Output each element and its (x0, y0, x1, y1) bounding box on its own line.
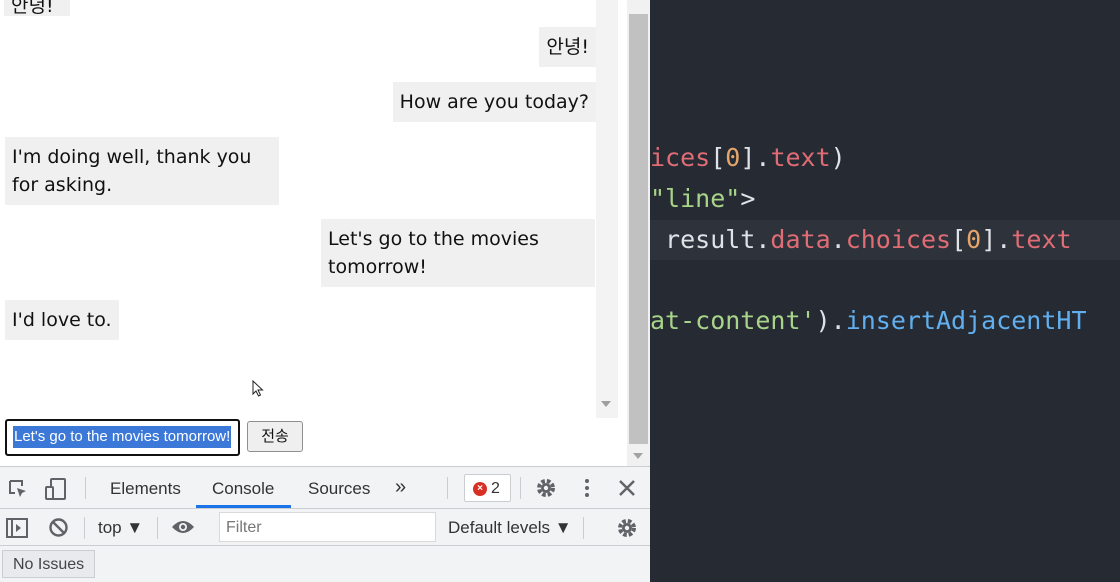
toolbar-divider (447, 477, 448, 499)
code-editor[interactable]: ices[0].text) "line"> result.data.choice… (650, 0, 1120, 582)
code-line[interactable]: at-content').insertAdjacentHT (650, 301, 1087, 341)
error-count-badge[interactable]: × 2 (464, 474, 511, 502)
chat-message-bot: I'd love to. (5, 300, 119, 340)
console-toolbar: top ▼ Filter Default levels ▼ (0, 509, 650, 546)
error-count: 2 (491, 480, 500, 497)
page-scrollbar-thumb[interactable] (629, 14, 648, 444)
active-tab-indicator (196, 505, 291, 508)
message-input[interactable]: Let's go to the movies tomorrow! (5, 419, 240, 456)
code-token: insertAdjacentHT (845, 306, 1087, 335)
toolbar-divider (583, 517, 584, 539)
toolbar-divider (520, 477, 521, 499)
log-levels-select[interactable]: Default levels ▼ (448, 518, 572, 538)
code-token: [ (951, 225, 967, 254)
no-issues-button[interactable]: No Issues (2, 550, 96, 578)
chat-message-bot: 안녕! (4, 0, 70, 17)
code-token: text (1011, 225, 1072, 254)
settings-gear-icon[interactable] (535, 477, 557, 499)
code-line[interactable]: ices[0].text) (650, 138, 846, 178)
chat-message-user: 안녕! (539, 27, 596, 67)
code-token: ) (830, 143, 846, 172)
console-settings-gear-icon[interactable] (616, 517, 638, 539)
clear-console-icon[interactable] (48, 517, 69, 538)
more-options-icon[interactable] (583, 477, 591, 499)
toolbar-divider (84, 517, 85, 539)
toolbar-divider (157, 517, 158, 539)
live-expression-eye-icon[interactable] (171, 519, 195, 535)
page-scroll-down-icon[interactable] (633, 453, 643, 459)
code-token: ]. (981, 225, 1012, 254)
chat-scroll-down-icon[interactable] (601, 401, 611, 407)
tab-elements[interactable]: Elements (110, 479, 181, 499)
code-token: at-content' (650, 306, 816, 335)
code-token: ). (815, 306, 846, 335)
mouse-pointer-icon (252, 380, 264, 397)
issues-bar: No Issues (0, 547, 650, 582)
send-button[interactable]: 전송 (247, 421, 303, 452)
toolbar-divider (85, 477, 86, 499)
chat-scrollbar[interactable] (596, 0, 618, 418)
more-tabs-icon[interactable]: » (395, 477, 406, 497)
code-token: "line" (650, 184, 741, 213)
context-select[interactable]: top ▼ (98, 518, 143, 538)
chat-message-user: How are you today? (392, 82, 596, 122)
chat-container: 안녕! 안녕! How are you today? I'm doing wel… (0, 0, 600, 418)
chat-message-bot: I'm doing well, thank you for asking. (5, 137, 279, 205)
device-toolbar-icon[interactable] (45, 478, 69, 500)
code-token: data (770, 225, 831, 254)
error-icon: × (473, 482, 487, 496)
devtools-toolbar: Elements Console Sources » × 2 (0, 467, 650, 509)
browser-viewport: 안녕! 안녕! How are you today? I'm doing wel… (0, 0, 650, 466)
code-token: ]. (740, 143, 771, 172)
filter-input[interactable]: Filter (219, 512, 436, 542)
code-line-highlighted[interactable]: result.data.choices[0].text (650, 220, 1120, 260)
tab-sources[interactable]: Sources (308, 479, 370, 499)
close-icon[interactable] (618, 479, 636, 497)
chat-message-user: Let's go to the movies tomorrow! (321, 219, 595, 287)
code-token: result. (650, 225, 771, 254)
code-token: . (830, 225, 846, 254)
code-token: 0 (966, 225, 982, 254)
code-token: > (740, 184, 756, 213)
code-token: 0 (725, 143, 741, 172)
code-token: choices (845, 225, 952, 254)
code-token: [ (710, 143, 726, 172)
tab-console[interactable]: Console (212, 479, 274, 499)
message-input-selected-text: Let's go to the movies tomorrow! (13, 426, 232, 448)
show-sidebar-icon[interactable] (6, 518, 28, 538)
inspect-element-icon[interactable] (8, 479, 28, 499)
code-line[interactable]: "line"> (650, 179, 755, 219)
code-token: text (770, 143, 831, 172)
code-token: ices (650, 143, 711, 172)
devtools-panel: Elements Console Sources » × 2 top ▼ Fil… (0, 466, 650, 582)
